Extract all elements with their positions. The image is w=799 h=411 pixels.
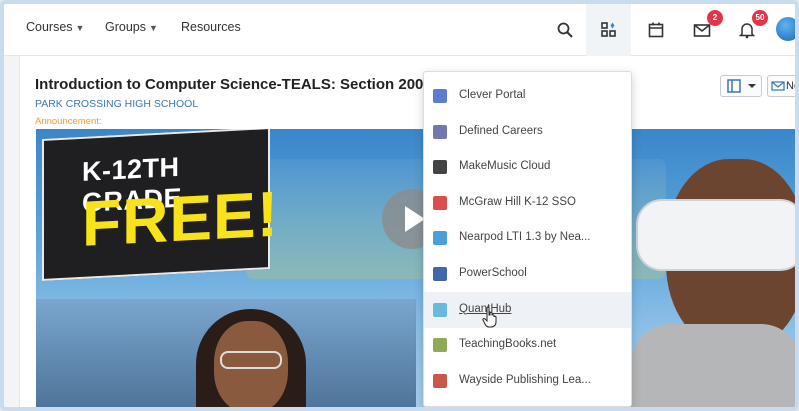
clever-icon: [433, 89, 447, 103]
student-shirt: [631, 324, 795, 407]
mail-icon: [771, 81, 785, 91]
apps-button[interactable]: [595, 16, 623, 44]
nav-resources-label: Resources: [181, 20, 241, 34]
calendar-icon: [648, 22, 664, 38]
apps-menu-item-label: MakeMusic Cloud: [459, 160, 551, 173]
student-glasses: [220, 351, 282, 369]
apps-menu-item-label: TeachingBooks.net: [459, 338, 557, 351]
promo-free-text: FREE!: [82, 177, 279, 260]
search-button[interactable]: [551, 16, 579, 44]
course-tools: No: [720, 75, 799, 97]
nearpod-icon: [433, 231, 447, 246]
apps-menu-item[interactable]: Clever Portal: [424, 78, 631, 114]
nav-courses-label: Courses: [26, 20, 73, 34]
layout-icon: [727, 79, 756, 93]
course-title-text: Introduction to Computer Science-TEALS: …: [35, 76, 424, 93]
bell-icon: [738, 23, 756, 39]
apps-menu-item-label: Wayside Publishing Lea...: [459, 373, 591, 386]
nav-groups[interactable]: Groups ▼: [105, 20, 158, 34]
calendar-button[interactable]: [642, 16, 670, 44]
apps-menu-item[interactable]: McGraw Hill K-12 SSO: [424, 185, 631, 221]
notifications-button[interactable]: 50: [733, 10, 768, 44]
announcement-banner-image: K-12TH GRADE FREE!: [36, 129, 795, 407]
quanthub-icon: [433, 302, 447, 317]
promo-panel: K-12TH GRADE FREE!: [42, 129, 279, 281]
apps-menu-item[interactable]: TeachingBooks.net: [424, 327, 631, 363]
apps-menu-item-label: McGraw Hill K-12 SSO: [459, 195, 576, 208]
avatar[interactable]: [776, 17, 795, 41]
left-sidebar: [4, 56, 20, 407]
apps-menu-item[interactable]: Wayside Publishing Lea...: [424, 363, 631, 399]
school-name: PARK CROSSING HIGH SCHOOL: [35, 98, 199, 110]
vr-headset: [636, 199, 795, 271]
hand-cursor-icon: [482, 306, 497, 328]
apps-grid-icon: [601, 22, 616, 37]
notifications-badge: 50: [752, 10, 768, 26]
defined-careers-icon: [433, 124, 447, 139]
apps-menu-item-label: Nearpod LTI 1.3 by Nea...: [459, 231, 591, 244]
messages-button[interactable]: 2: [688, 10, 723, 44]
wayside-icon: [433, 373, 447, 388]
notify-button[interactable]: No: [767, 75, 799, 97]
apps-menu-item-label: Clever Portal: [459, 89, 526, 101]
layout-dropdown-button[interactable]: [720, 75, 762, 97]
chevron-down-icon: ▼: [149, 23, 158, 33]
nav-resources[interactable]: Resources: [181, 20, 241, 34]
chevron-down-icon: ▼: [75, 23, 85, 33]
notify-button-label: No: [786, 80, 799, 92]
search-icon: [557, 22, 573, 38]
powerschool-icon: [433, 267, 447, 281]
apps-menu-item-label: Defined Careers: [459, 124, 543, 137]
top-navigation: Courses ▼ Groups ▼ Resources 2 50: [4, 4, 795, 56]
teachingbooks-icon: [433, 338, 447, 353]
apps-menu-item[interactable]: MakeMusic Cloud: [424, 149, 631, 185]
announcement-label: Announcement:: [35, 116, 102, 127]
apps-menu-item[interactable]: PowerSchool: [424, 256, 631, 292]
makemusic-icon: [433, 160, 447, 175]
apps-menu-item[interactable]: Defined Careers: [424, 114, 631, 150]
apps-menu-item[interactable]: Nearpod LTI 1.3 by Nea...: [424, 220, 631, 256]
nav-groups-label: Groups: [105, 20, 146, 34]
course-title: Introduction to Computer Science-TEALS: …: [35, 76, 440, 93]
envelope-icon: [693, 24, 711, 37]
messages-badge: 2: [707, 10, 723, 26]
apps-dropdown-menu: Clever Portal Defined Careers MakeMusic Cl…: [423, 71, 632, 407]
apps-menu-item-label: PowerSchool: [459, 267, 527, 279]
browser-frame: Courses ▼ Groups ▼ Resources 2 50 Introduc…: [0, 0, 799, 411]
nav-courses[interactable]: Courses ▼: [26, 20, 84, 34]
apps-menu-item[interactable]: QuantHub: [424, 291, 631, 328]
mcgraw-hill-icon: [433, 195, 447, 210]
